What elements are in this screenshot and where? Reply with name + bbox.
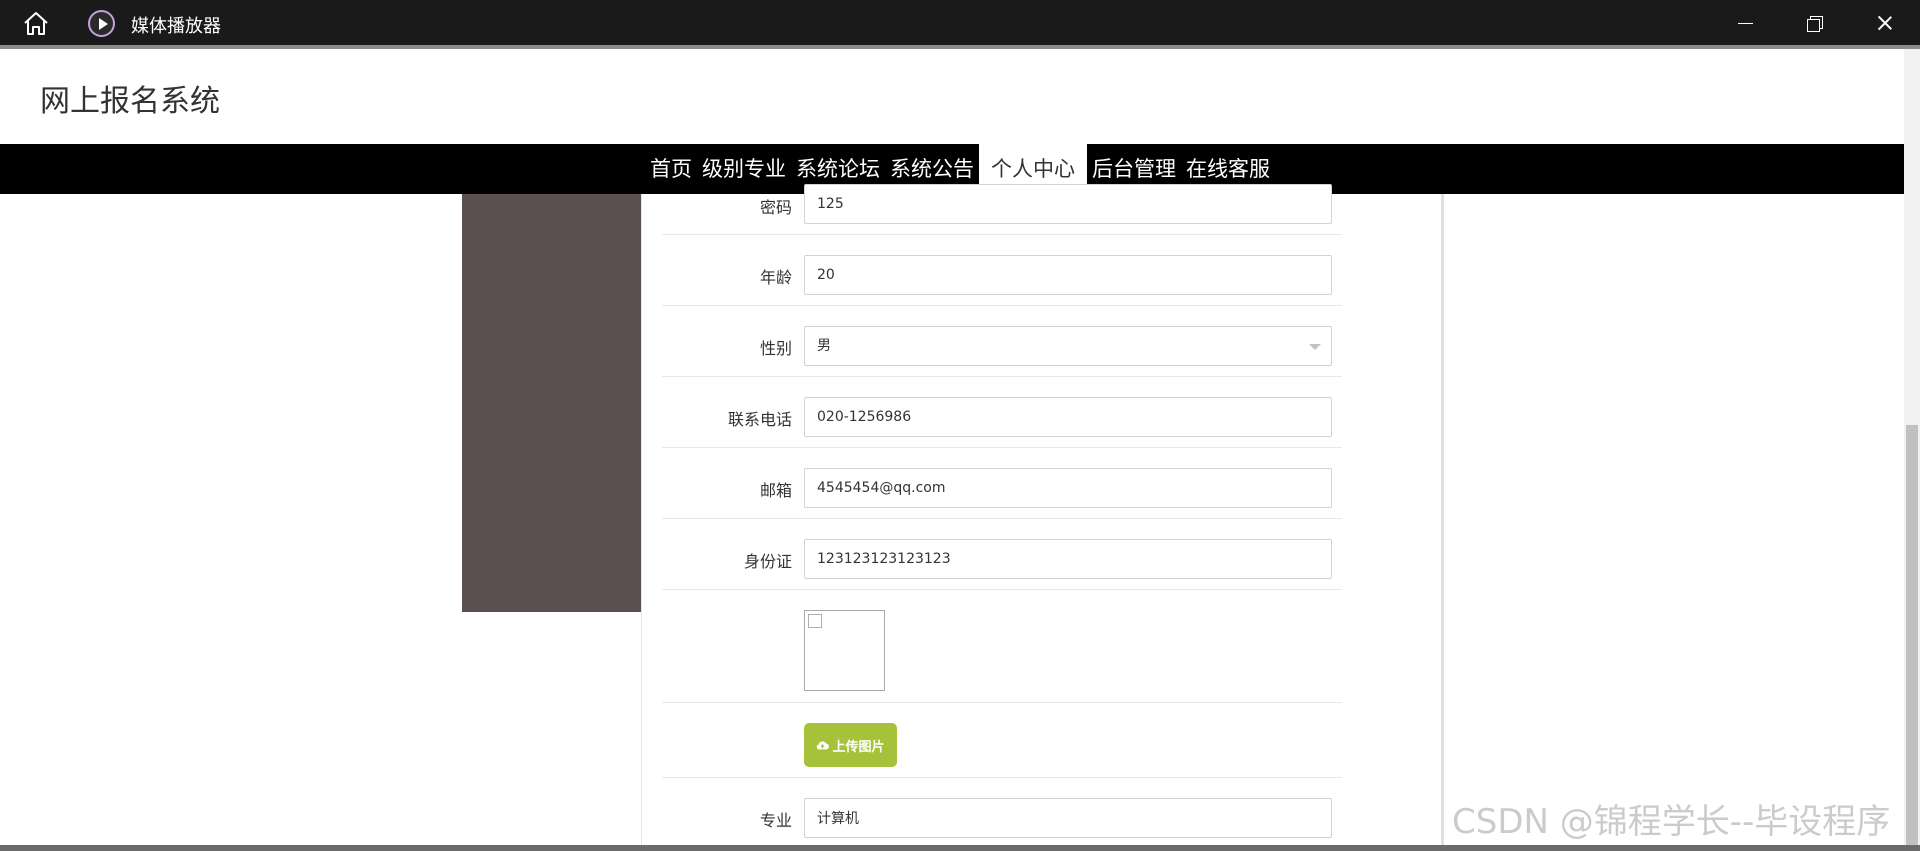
form-row-password: 密码 <box>662 184 1342 235</box>
id-card-label: 身份证 <box>743 552 792 571</box>
form-row-email: 邮箱 <box>662 448 1342 519</box>
password-field[interactable] <box>804 184 1332 224</box>
window-titlebar: 媒体播放器 <box>0 0 1920 45</box>
site-title[interactable]: 网上报名系统 <box>40 76 220 120</box>
side-panel <box>462 194 641 612</box>
gender-selected-value: 男 <box>817 338 831 354</box>
major-label: 专业 <box>759 811 792 830</box>
form-row-upload <box>662 703 1342 778</box>
form-row-phone: 联系电话 <box>662 377 1342 448</box>
gender-label: 性别 <box>759 339 792 358</box>
age-label: 年龄 <box>759 268 792 287</box>
window-title: 媒体播放器 <box>131 16 221 37</box>
major-field[interactable] <box>804 798 1332 838</box>
id-card-field[interactable] <box>804 539 1332 579</box>
broken-image-icon <box>808 614 822 628</box>
form-row-id-card: 身份证 <box>662 519 1342 590</box>
password-label: 密码 <box>759 198 792 217</box>
minimize-icon[interactable] <box>1716 0 1776 45</box>
form-row-major: 专业 <box>662 778 1342 849</box>
chevron-down-icon <box>1309 344 1321 350</box>
photo-preview <box>804 610 885 691</box>
email-field[interactable] <box>804 468 1332 508</box>
close-icon[interactable] <box>1855 0 1915 45</box>
gender-select[interactable]: 男 <box>804 326 1332 366</box>
form-row-age: 年龄 <box>662 235 1342 306</box>
phone-label: 联系电话 <box>727 410 792 429</box>
site-header: 网上报名系统 <box>0 49 1904 144</box>
media-player-icon <box>88 10 115 37</box>
form-row-photo <box>662 590 1342 703</box>
home-icon[interactable] <box>22 10 50 36</box>
page-scrollbar-thumb[interactable] <box>1906 425 1918 845</box>
age-field[interactable] <box>804 255 1332 295</box>
maximize-icon[interactable] <box>1786 0 1846 45</box>
form-row-gender: 性别 男 <box>662 306 1342 377</box>
window-bottom-edge <box>0 845 1920 851</box>
cloud-upload-icon <box>817 741 830 750</box>
upload-image-label: 上传图片 <box>832 739 885 755</box>
phone-field[interactable] <box>804 397 1332 437</box>
email-label: 邮箱 <box>759 481 792 500</box>
watermark-text: CSDN @锦程学长--毕设程序 <box>1452 802 1891 842</box>
upload-image-button[interactable]: 上传图片 <box>804 723 897 767</box>
